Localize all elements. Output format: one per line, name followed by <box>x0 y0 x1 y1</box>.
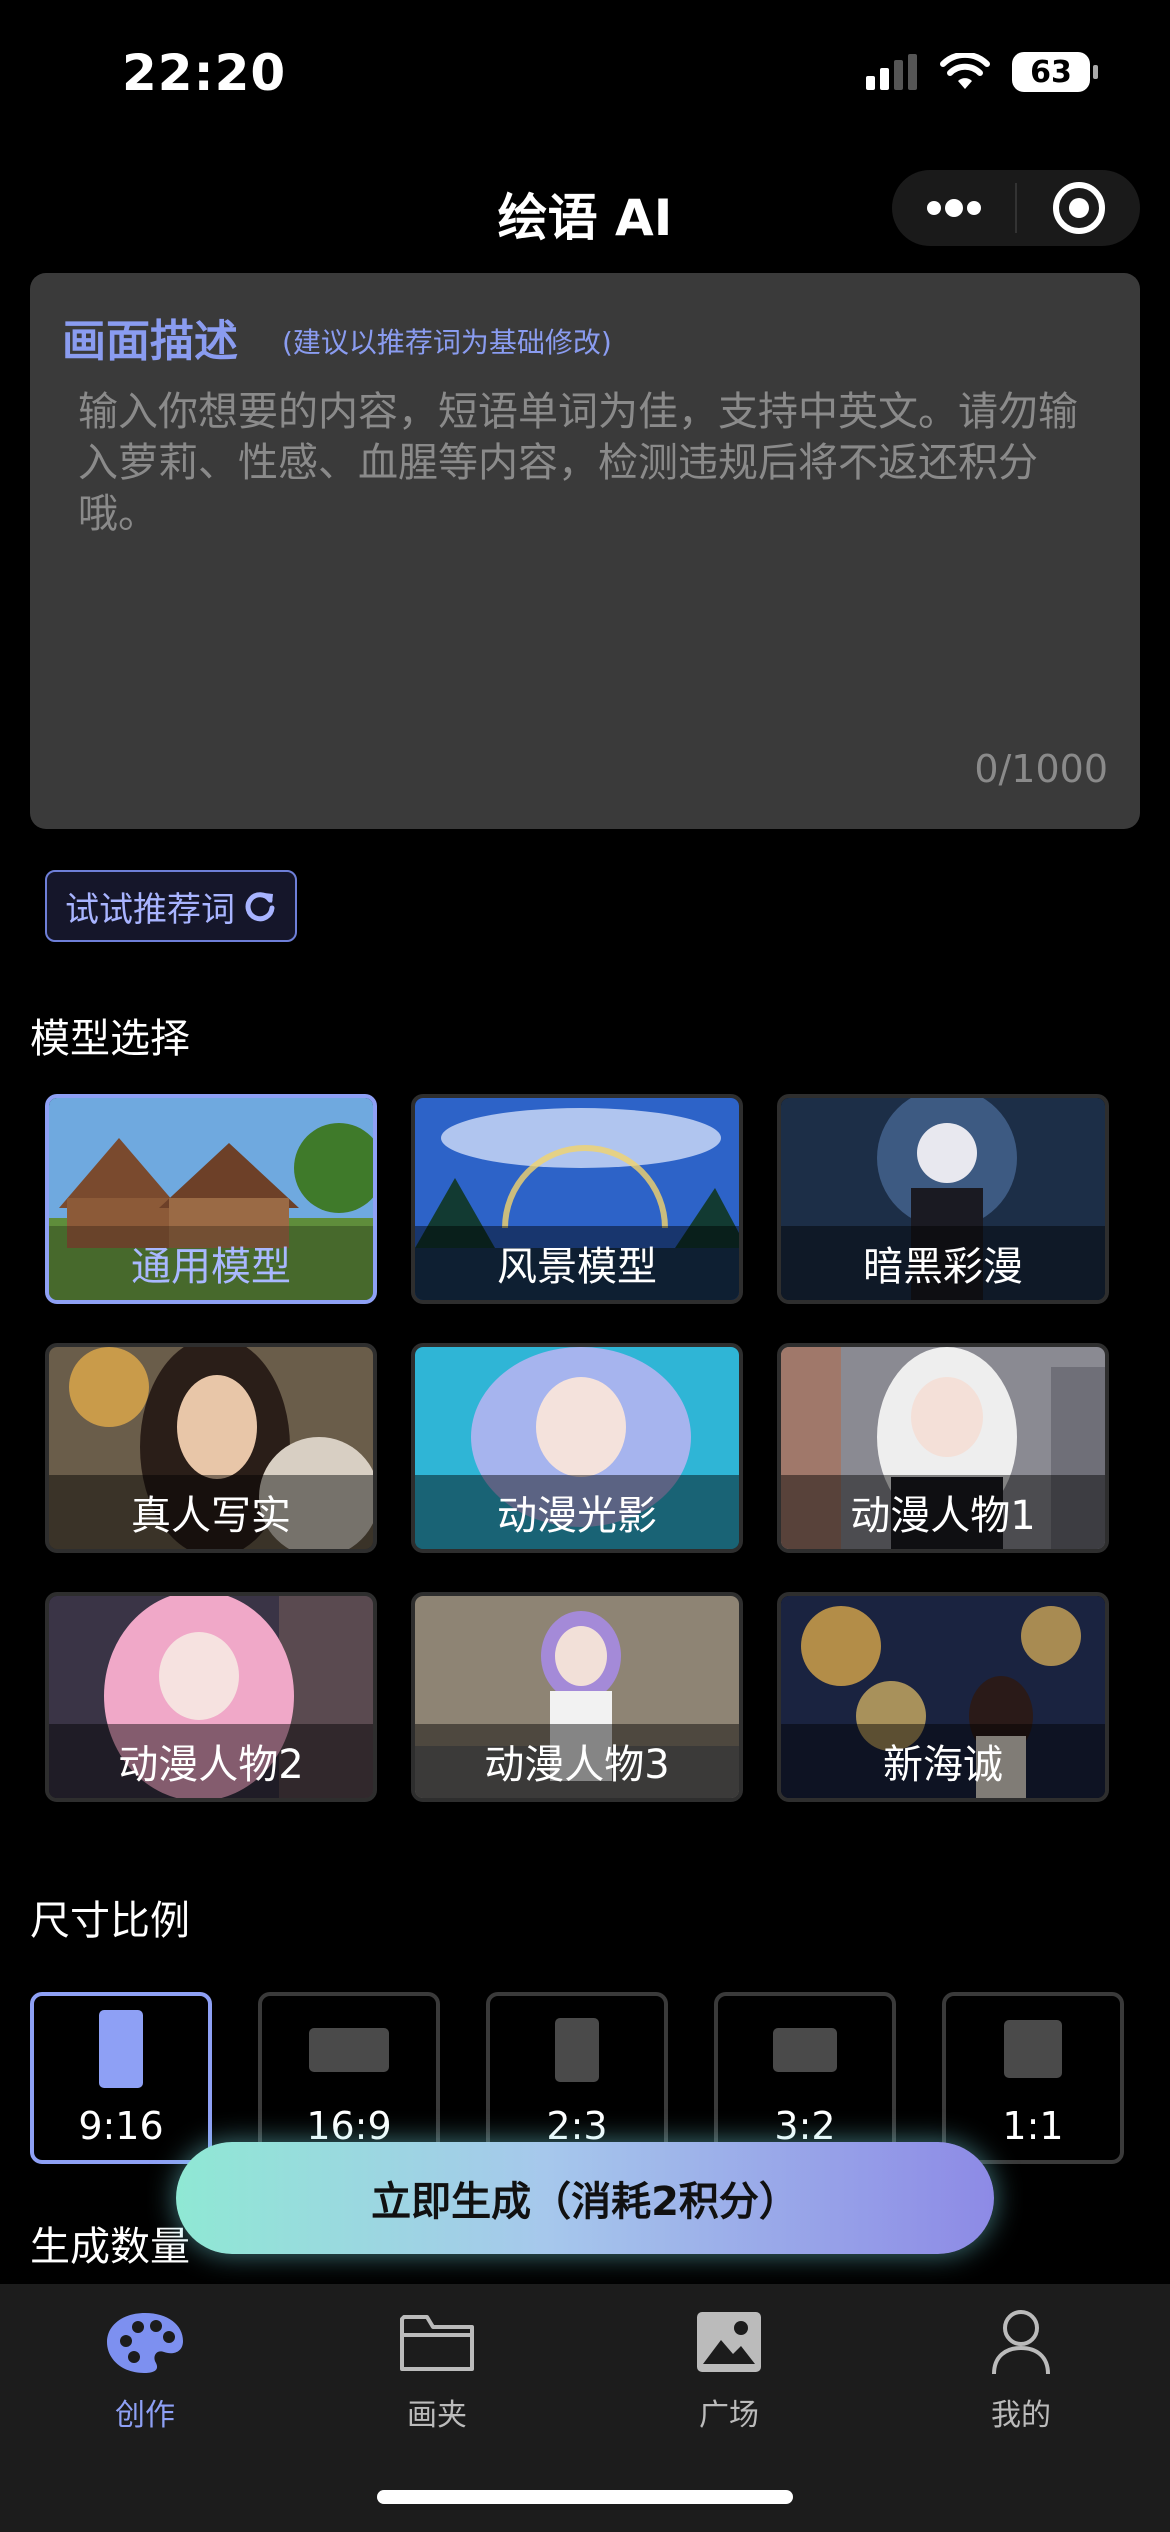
ratio-shape-square <box>1004 2020 1062 2078</box>
model-card-shinkai[interactable]: 新海诚 <box>777 1592 1109 1802</box>
ratio-option-1-1[interactable]: 1:1 <box>942 1992 1124 2164</box>
ratio-option-3-2[interactable]: 3:2 <box>714 1992 896 2164</box>
close-miniprogram-button[interactable] <box>1017 170 1140 246</box>
model-label: 动漫人物1 <box>781 1475 1105 1549</box>
prompt-title: 画面描述 <box>62 316 238 367</box>
home-indicator[interactable] <box>377 2490 793 2504</box>
model-card-dark-comic[interactable]: 暗黑彩漫 <box>777 1094 1109 1304</box>
tab-label: 创作 <box>115 2398 175 2433</box>
person-icon <box>992 2310 1050 2375</box>
tab-create[interactable]: 创作 <box>55 2284 235 2444</box>
model-card-landscape[interactable]: 风景模型 <box>411 1094 743 1304</box>
battery-indicator: 63 <box>1012 52 1098 92</box>
model-label: 真人写实 <box>49 1475 373 1549</box>
model-card-anime-character-2[interactable]: 动漫人物2 <box>45 1592 377 1802</box>
model-section-label: 模型选择 <box>30 1016 190 1062</box>
tab-label: 广场 <box>699 2398 759 2433</box>
status-time: 22:20 <box>122 44 287 102</box>
model-card-anime-light[interactable]: 动漫光影 <box>411 1343 743 1553</box>
model-label: 新海诚 <box>781 1724 1105 1798</box>
cellular-signal-icon <box>866 54 917 90</box>
prompt-input[interactable] <box>76 385 1100 689</box>
more-dots-icon <box>926 199 981 217</box>
tab-label: 我的 <box>991 2398 1051 2433</box>
ratio-label: 1:1 <box>1002 2104 1064 2148</box>
mini-program-capsule <box>892 170 1140 246</box>
suggest-keywords-button[interactable]: 试试推荐词 <box>45 870 297 942</box>
ratio-section-label: 尺寸比例 <box>30 1898 190 1944</box>
model-card-general[interactable]: 通用模型 <box>45 1094 377 1304</box>
ratio-option-9-16[interactable]: 9:16 <box>30 1992 212 2164</box>
ratio-shape-wide <box>773 2028 837 2072</box>
wifi-icon <box>940 53 990 89</box>
generate-button[interactable]: 立即生成（消耗2积分） <box>176 2142 994 2254</box>
model-card-anime-character-1[interactable]: 动漫人物1 <box>777 1343 1109 1553</box>
ratio-label: 9:16 <box>78 2104 164 2148</box>
ratio-option-2-3[interactable]: 2:3 <box>486 1992 668 2164</box>
palette-icon <box>107 2313 183 2373</box>
model-card-realistic[interactable]: 真人写实 <box>45 1343 377 1553</box>
more-button[interactable] <box>892 170 1015 246</box>
tab-label: 画夹 <box>407 2398 467 2433</box>
battery-level: 63 <box>1030 54 1072 90</box>
suggest-label: 试试推荐词 <box>65 889 235 930</box>
status-indicators: 63 <box>866 52 1098 92</box>
folder-icon <box>400 2315 474 2371</box>
ratio-shape-tall <box>555 2018 599 2082</box>
ratio-shape-portrait <box>99 2010 143 2088</box>
tab-mine[interactable]: 我的 <box>931 2284 1111 2444</box>
tab-folder[interactable]: 画夹 <box>347 2284 527 2444</box>
model-label: 暗黑彩漫 <box>781 1226 1105 1300</box>
model-card-anime-character-3[interactable]: 动漫人物3 <box>411 1592 743 1802</box>
model-label: 动漫人物2 <box>49 1724 373 1798</box>
ratio-shape-landscape <box>309 2028 389 2072</box>
char-counter: 0/1000 <box>974 747 1108 791</box>
model-label: 风景模型 <box>415 1226 739 1300</box>
count-section-label: 生成数量 <box>30 2224 190 2270</box>
target-circle-icon <box>1052 182 1105 234</box>
tab-plaza[interactable]: 广场 <box>639 2284 819 2444</box>
model-label: 通用模型 <box>49 1226 373 1300</box>
refresh-icon <box>245 892 275 922</box>
model-label: 动漫人物3 <box>415 1724 739 1798</box>
ratio-option-16-9[interactable]: 16:9 <box>258 1992 440 2164</box>
image-icon <box>697 2312 761 2372</box>
prompt-hint: (建议以推荐词为基础修改) <box>282 326 612 359</box>
prompt-panel: 画面描述 (建议以推荐词为基础修改) 0/1000 <box>30 273 1140 829</box>
model-label: 动漫光影 <box>415 1475 739 1549</box>
